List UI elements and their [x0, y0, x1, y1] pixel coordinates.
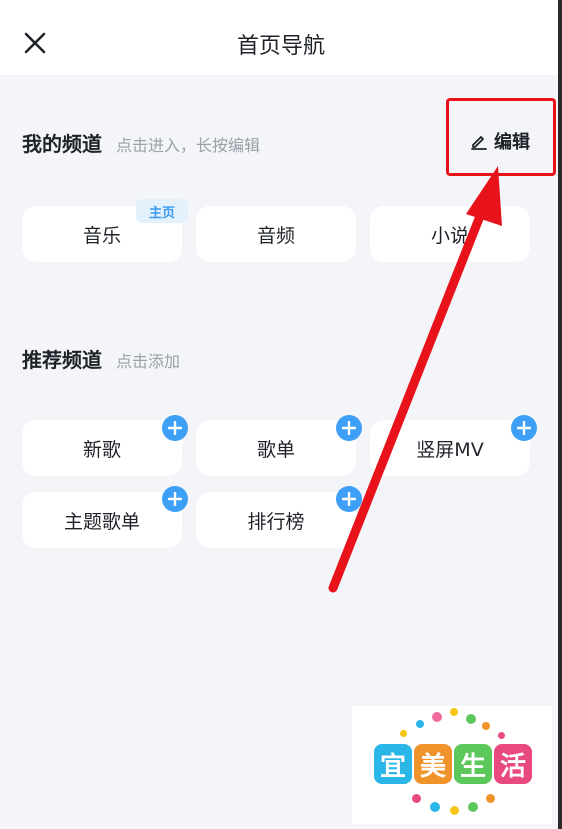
add-playlist-button[interactable] [336, 415, 362, 441]
header-bar: 首页导航 [0, 0, 562, 75]
watermark-char: 活 [494, 744, 532, 784]
plus-icon [342, 492, 356, 506]
channel-label: 音频 [256, 224, 295, 247]
home-badge: 主页 [136, 199, 188, 223]
watermark-char: 生 [454, 744, 492, 784]
my-channels-hint: 点击进入，长按编辑 [116, 136, 261, 155]
channel-novel[interactable]: 小说 [370, 206, 530, 262]
recommended-hint: 点击添加 [116, 352, 181, 371]
recommended-header: 推荐频道 点击添加 [22, 344, 180, 373]
channel-label: 小说 [430, 224, 469, 247]
channel-label: 排行榜 [247, 510, 305, 533]
my-channels-header: 我的频道 点击进入，长按编辑 [22, 128, 260, 157]
channel-label: 主题歌单 [63, 510, 140, 533]
annotation-arrow-icon [328, 166, 502, 593]
channel-label: 音乐 [82, 224, 121, 247]
add-charts-button[interactable] [336, 486, 362, 512]
add-new-songs-button[interactable] [162, 415, 188, 441]
page-title: 首页导航 [236, 34, 325, 59]
channel-audio[interactable]: 音频 [196, 206, 356, 262]
channel-label: 竖屏MV [416, 438, 484, 461]
watermark-char: 美 [414, 744, 452, 784]
home-navigation-page: 首页导航 我的频道 点击进入，长按编辑 编辑 音乐 主页 音频 小说 推荐频道 … [0, 0, 562, 829]
channel-new-songs[interactable]: 新歌 [22, 420, 182, 476]
watermark-logo: 宜 美 生 活 [352, 706, 552, 824]
pencil-icon [471, 136, 487, 150]
add-theme-playlist-button[interactable] [162, 486, 188, 512]
channel-label: 新歌 [82, 438, 121, 461]
channel-vertical-mv[interactable]: 竖屏MV [370, 420, 530, 476]
edit-label: 编辑 [494, 132, 530, 153]
channel-theme-playlist[interactable]: 主题歌单 [22, 492, 182, 548]
plus-icon [342, 421, 356, 435]
recommended-title: 推荐频道 [22, 348, 102, 372]
plus-icon [168, 492, 182, 506]
edit-button[interactable]: 编辑 [470, 128, 530, 154]
my-channels-title: 我的频道 [22, 132, 102, 156]
channel-label: 歌单 [256, 438, 295, 461]
watermark-char: 宜 [374, 744, 412, 784]
plus-icon [517, 421, 531, 435]
plus-icon [168, 421, 182, 435]
add-vertical-mv-button[interactable] [511, 415, 537, 441]
channel-charts[interactable]: 排行榜 [196, 492, 356, 548]
screen-edge [558, 0, 562, 829]
channel-playlist[interactable]: 歌单 [196, 420, 356, 476]
